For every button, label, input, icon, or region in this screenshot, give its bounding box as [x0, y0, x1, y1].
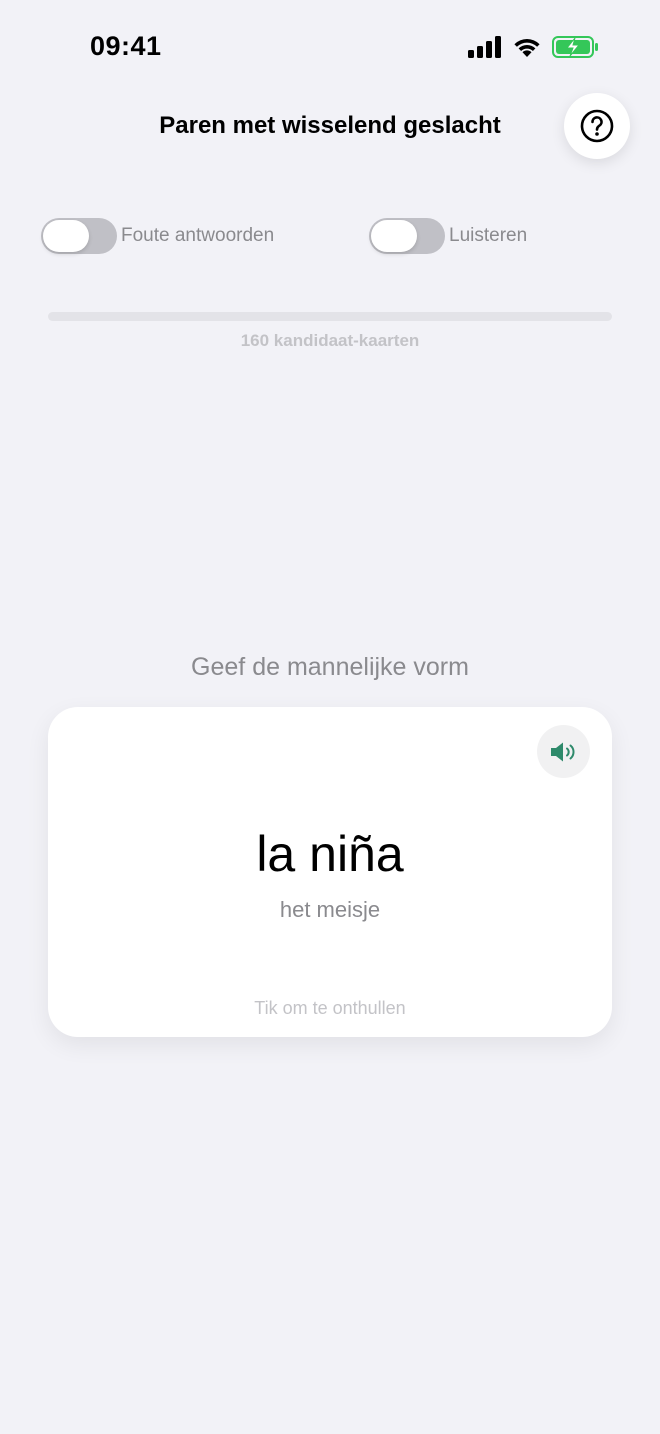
wrong-answers-toggle-group: Foute antwoorden	[41, 218, 274, 254]
signal-icon	[468, 36, 501, 58]
page-title: Paren met wisselend geslacht	[159, 112, 501, 139]
toggle-knob	[371, 220, 417, 252]
wifi-icon	[514, 39, 540, 57]
card-word: la niña	[256, 826, 404, 882]
status-icons	[468, 36, 600, 58]
play-audio-button[interactable]	[537, 725, 590, 778]
listen-toggle-group: Luisteren	[369, 218, 527, 254]
speaker-icon	[550, 742, 574, 761]
candidate-count: 160 kandidaat-kaarten	[240, 331, 420, 350]
question-circle-icon	[580, 109, 614, 143]
flashcard[interactable]: la niña het meisje Tik om te onthullen	[48, 707, 612, 1037]
progress-bar	[48, 312, 612, 321]
status-time: 09:41	[90, 31, 162, 61]
listen-label: Luisteren	[449, 225, 528, 246]
tap-to-reveal-hint: Tik om te onthullen	[254, 998, 406, 1018]
battery-charging-icon	[552, 36, 598, 58]
help-button[interactable]	[564, 93, 630, 159]
wrong-answers-toggle[interactable]	[41, 218, 117, 254]
status-bar: 09:41	[0, 0, 660, 96]
question-prompt: Geef de mannelijke vorm	[191, 653, 469, 681]
toggle-knob	[43, 220, 89, 252]
header: Paren met wisselend geslacht	[0, 93, 660, 160]
card-translation: het meisje	[279, 897, 381, 922]
filter-toggles: Foute antwoorden Luisteren	[0, 218, 660, 258]
listen-toggle[interactable]	[369, 218, 445, 254]
wrong-answers-label: Foute antwoorden	[121, 225, 275, 246]
